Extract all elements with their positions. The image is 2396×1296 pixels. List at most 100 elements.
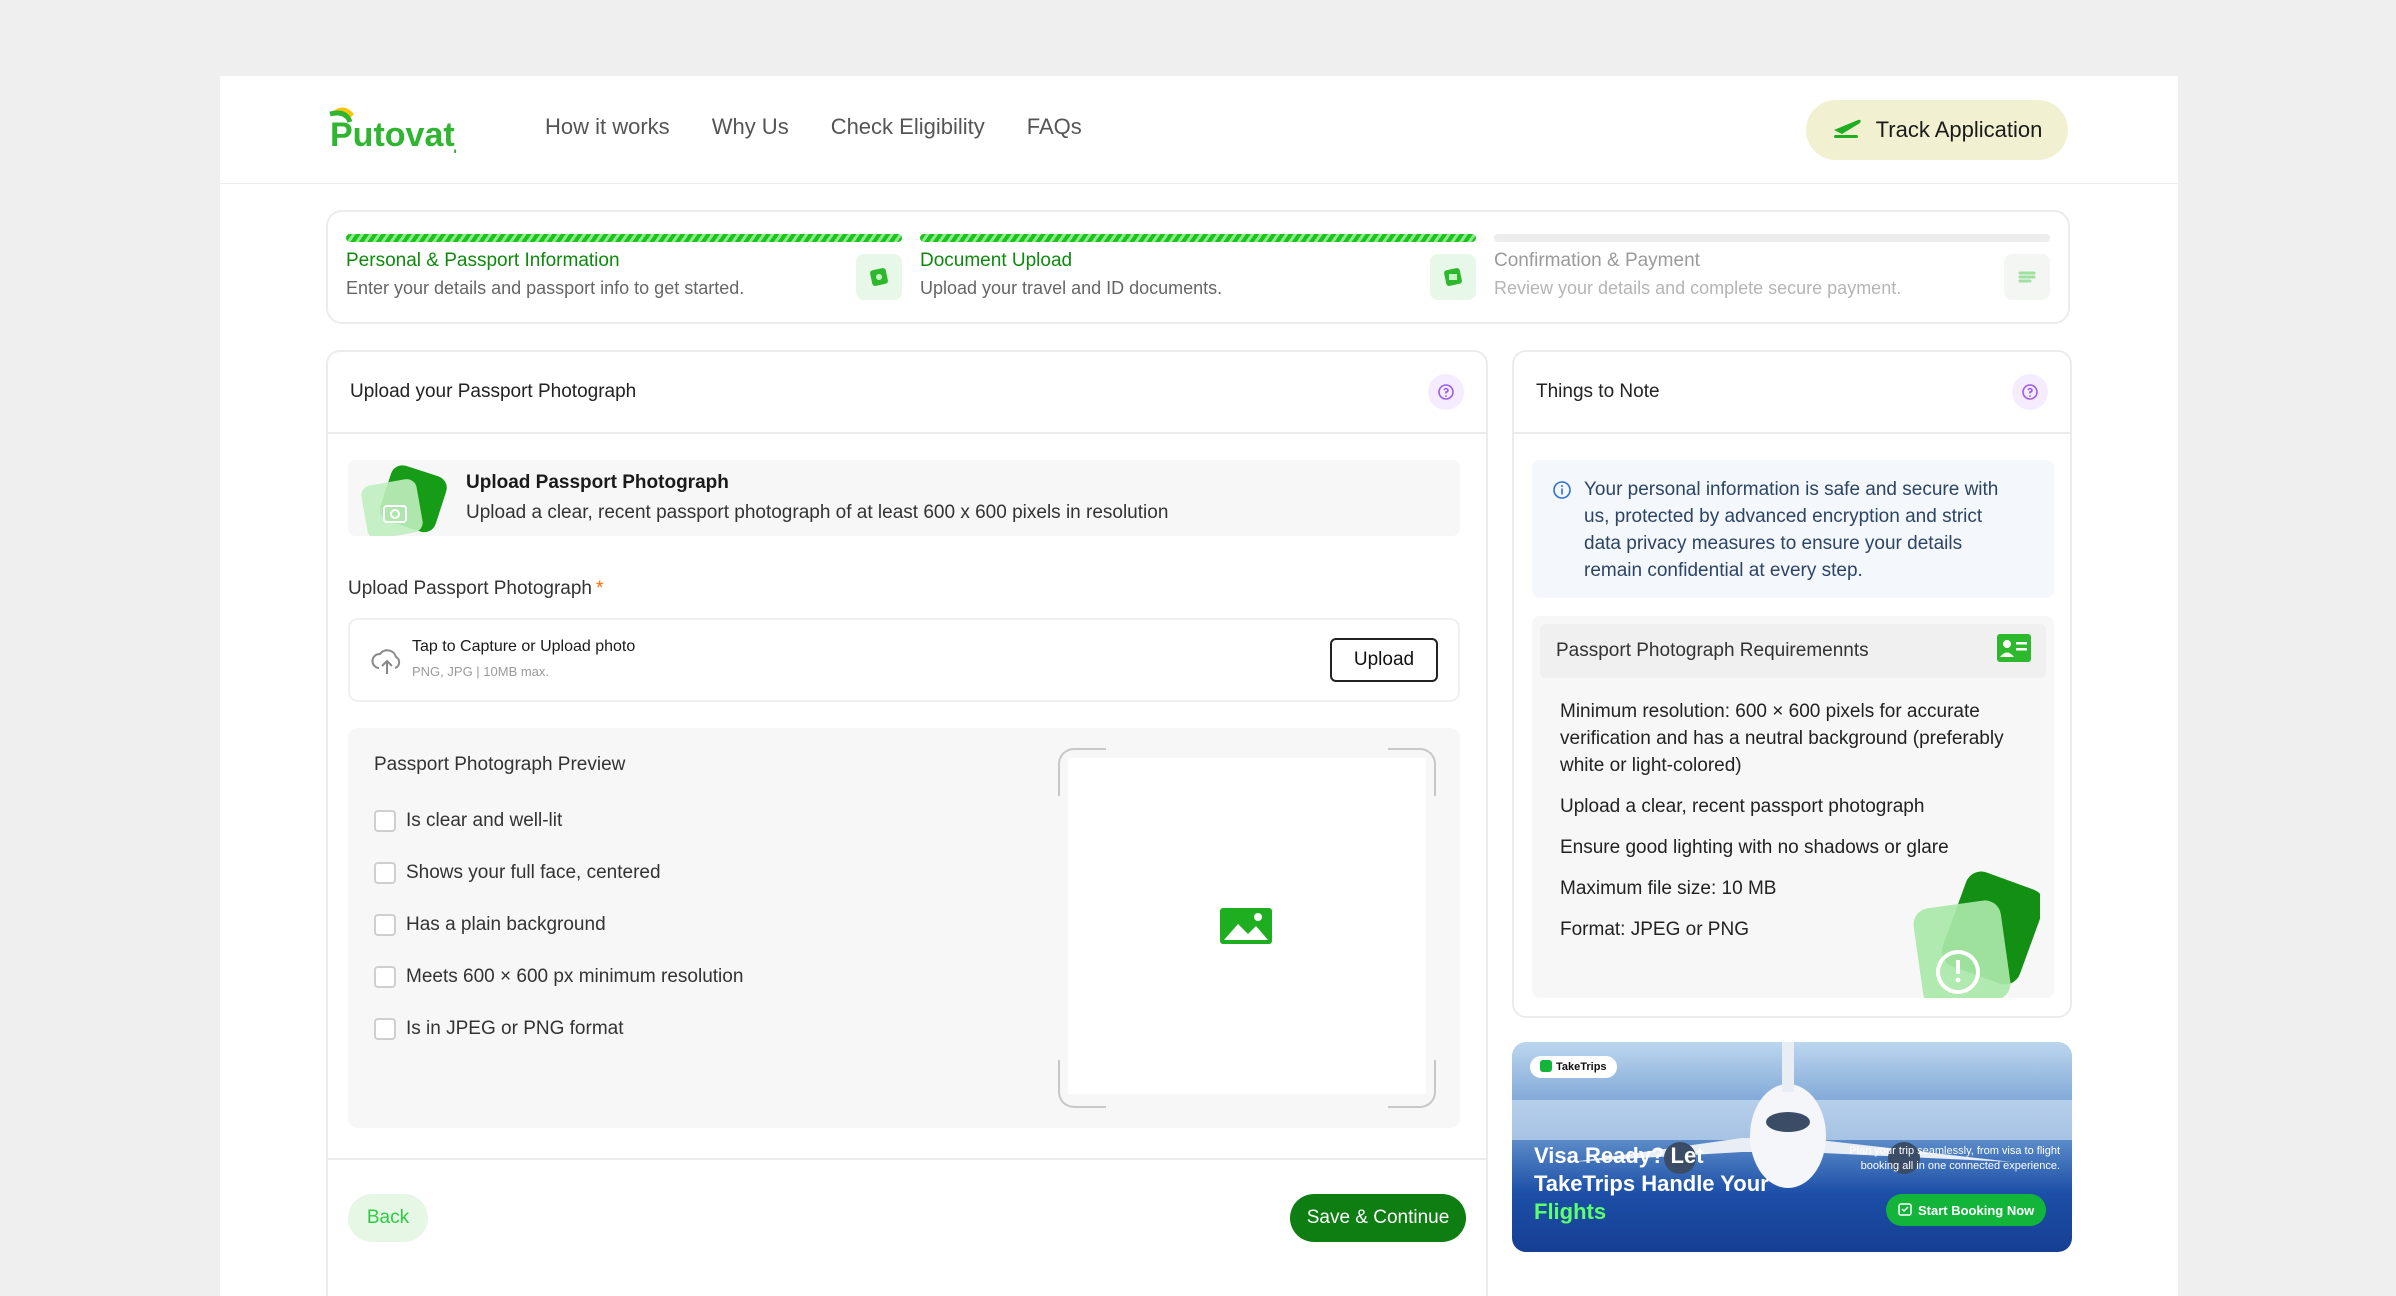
plane-icon: [1832, 116, 1862, 144]
requirement-value: JPEG or PNG: [1630, 919, 1749, 940]
step-progress-bar: [920, 234, 1476, 242]
dropzone-title: Tap to Capture or Upload photo: [412, 638, 636, 655]
progress-stepper: Personal & Passport Information Enter yo…: [326, 210, 2070, 324]
headline-text: Visa Ready? Let TakeTrips Handle Your: [1534, 1143, 1769, 1196]
step-progress-bar: [1494, 234, 2050, 242]
step-description: Enter your details and passport info to …: [346, 278, 745, 298]
step-title: Document Upload: [920, 250, 1073, 271]
nav-faqs[interactable]: FAQs: [1027, 114, 1082, 140]
save-continue-button[interactable]: Save & Continue: [1290, 1194, 1466, 1242]
step-title: Confirmation & Payment: [1494, 250, 1700, 271]
requirements-title: Passport Photograph Requiremennts: [1556, 640, 1869, 661]
checklist-item[interactable]: Is clear and well-lit: [374, 810, 562, 832]
step-payment-icon: [2004, 254, 2050, 300]
image-placeholder-icon: [1218, 906, 1274, 951]
start-booking-label: Start Booking Now: [1918, 1202, 2035, 1218]
help-icon[interactable]: [2012, 374, 2048, 410]
requirement-label: Ensure good lighting with no shadows or …: [1560, 837, 1949, 858]
checklist-item[interactable]: Shows your full face, centered: [374, 862, 661, 884]
field-label-text: Upload Passport Photograph: [348, 578, 592, 599]
warning-card-icon: [1888, 868, 2045, 998]
upload-info-banner: Upload Passport Photograph Upload a clea…: [348, 460, 1460, 539]
info-icon: [1552, 480, 1572, 505]
card-title: Upload your Passport Photograph: [350, 381, 637, 402]
checkbox[interactable]: [374, 862, 396, 884]
step-progress-bar: [346, 234, 902, 242]
upload-passport-card: Upload your Passport Photograph Upload P…: [326, 350, 1488, 1296]
frame-corner: [1058, 1060, 1106, 1108]
checklist-item[interactable]: Meets 600 × 600 px minimum resolution: [374, 966, 743, 988]
checkbox[interactable]: [374, 966, 396, 988]
ad-subtext: Plan your trip seamlessly, from visa to …: [1849, 1145, 2060, 1172]
checklist-item[interactable]: Has a plain background: [374, 914, 606, 936]
requirement-item: Minimum resolution: 600 × 600 pixels for…: [1560, 698, 2020, 779]
step-description: Review your details and complete secure …: [1494, 278, 1902, 298]
preview-title: Passport Photograph Preview: [374, 754, 626, 775]
card-title: Things to Note: [1536, 381, 1660, 402]
dropzone-hint: PNG, JPG | 10MB max.: [412, 664, 550, 679]
frame-corner: [1388, 748, 1436, 796]
booking-icon: [1898, 1202, 1912, 1219]
requirement-item: Ensure good lighting with no shadows or …: [1560, 834, 2020, 861]
photo-preview-frame: [1058, 748, 1436, 1108]
frame-corner: [1388, 1060, 1436, 1108]
headline-highlight: Flights: [1534, 1199, 1607, 1224]
photo-preview-panel: Passport Photograph Preview Is clear and…: [348, 728, 1460, 1128]
page: Putovatj How it works Why Us Check Eligi…: [220, 76, 2178, 1296]
photo-requirements: Passport Photograph Requiremennts Minimu…: [1532, 616, 2054, 998]
step-title: Personal & Passport Information: [346, 250, 620, 271]
nav-check-eligibility[interactable]: Check Eligibility: [831, 114, 985, 140]
photo-dropzone[interactable]: Tap to Capture or Upload photo PNG, JPG …: [348, 618, 1460, 702]
banner-title: Upload Passport Photograph: [466, 472, 729, 493]
top-header: Putovatj How it works Why Us Check Eligi…: [220, 76, 2178, 184]
banner-description: Upload a clear, recent passport photogra…: [466, 502, 1169, 523]
help-icon[interactable]: [1428, 374, 1464, 410]
checklist-item[interactable]: Is in JPEG or PNG format: [374, 1018, 624, 1040]
footer-divider: [328, 1158, 1486, 1160]
things-to-note-card: Things to Note Your personal information…: [1512, 350, 2072, 1018]
step-document-icon: [1430, 254, 1476, 300]
track-application-button[interactable]: Track Application: [1806, 100, 2068, 160]
checklist-label: Is clear and well-lit: [406, 810, 563, 831]
start-booking-button[interactable]: Start Booking Now: [1886, 1194, 2047, 1226]
requirement-item: Upload a clear, recent passport photogra…: [1560, 793, 2020, 820]
requirement-label: Minimum resolution:: [1560, 701, 1736, 722]
required-mark: *: [596, 578, 604, 599]
camera-card-icon: [354, 464, 450, 539]
step-confirmation-payment[interactable]: Confirmation & Payment Review your detai…: [1494, 234, 2050, 304]
nav-why-us[interactable]: Why Us: [712, 114, 789, 140]
svg-text:Putovatj: Putovatj: [330, 116, 456, 154]
checkbox[interactable]: [374, 1018, 396, 1040]
back-button[interactable]: Back: [348, 1194, 428, 1242]
security-note: Your personal information is safe and se…: [1532, 460, 2054, 598]
requirement-label: Upload a clear, recent passport photogra…: [1560, 796, 1925, 817]
upload-button[interactable]: Upload: [1330, 638, 1438, 682]
requirement-label: Maximum file size:: [1560, 878, 1722, 899]
checklist-label: Shows your full face, centered: [406, 862, 661, 883]
frame-corner: [1058, 748, 1106, 796]
step-description: Upload your travel and ID documents.: [920, 278, 1223, 298]
brand-name: TakeTrips: [1556, 1061, 1607, 1073]
step-personal-info[interactable]: Personal & Passport Information Enter yo…: [346, 234, 902, 304]
card-header: Upload your Passport Photograph: [328, 352, 1486, 434]
main-nav: How it works Why Us Check Eligibility FA…: [545, 114, 1082, 140]
requirement-value: 10 MB: [1721, 878, 1777, 899]
upload-cloud-icon: [370, 644, 404, 678]
card-header: Things to Note: [1514, 352, 2070, 434]
brand-logo[interactable]: Putovatj: [326, 102, 464, 158]
checkbox[interactable]: [374, 914, 396, 936]
checklist-label: Meets 600 × 600 px minimum resolution: [406, 966, 744, 987]
ad-headline: Visa Ready? Let TakeTrips Handle Your Fl…: [1534, 1142, 1774, 1226]
taketrips-logo-icon: [1540, 1059, 1552, 1075]
requirement-label: Format:: [1560, 919, 1631, 940]
taketrips-brand: TakeTrips: [1530, 1056, 1617, 1078]
checklist-label: Is in JPEG or PNG format: [406, 1018, 624, 1039]
taketrips-ad-banner[interactable]: TakeTrips Visa Ready? Let TakeTrips Hand…: [1512, 1042, 2072, 1252]
nav-how-it-works[interactable]: How it works: [545, 114, 670, 140]
security-note-text: Your personal information is safe and se…: [1584, 479, 1999, 581]
requirement-value: 600 × 600: [1735, 701, 1821, 722]
requirements-header: Passport Photograph Requiremennts: [1540, 624, 2046, 678]
step-document-upload[interactable]: Document Upload Upload your travel and I…: [920, 234, 1476, 304]
checkbox[interactable]: [374, 810, 396, 832]
id-card-icon: [1996, 633, 2032, 669]
